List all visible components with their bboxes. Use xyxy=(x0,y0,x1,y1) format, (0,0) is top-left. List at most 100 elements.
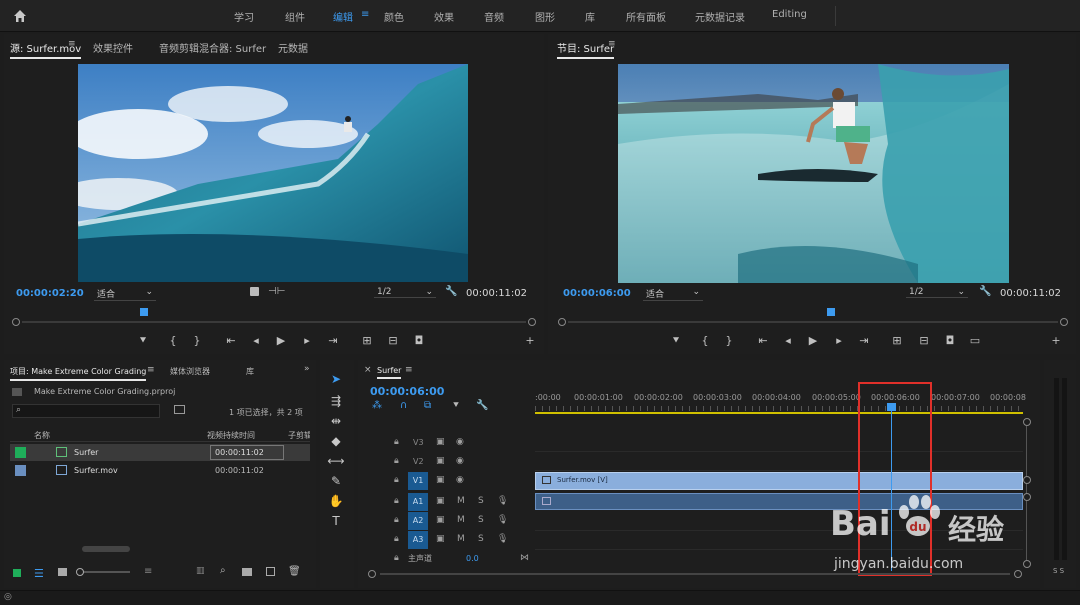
workspace-editing[interactable]: 编辑 xyxy=(333,9,353,24)
label-color-chip[interactable] xyxy=(15,447,26,458)
source-playhead-marker[interactable] xyxy=(140,308,148,316)
workspace-all-panels[interactable]: 所有面板 xyxy=(626,9,666,24)
tab-effect-controls[interactable]: 效果控件 xyxy=(93,40,133,55)
column-name[interactable]: 名称 xyxy=(34,430,50,441)
lock-icon[interactable]: 🔒︎ xyxy=(394,456,399,466)
wrench-icon[interactable]: 🔧 xyxy=(445,286,457,297)
nest-icon[interactable]: ⧉ xyxy=(424,400,431,411)
go-to-out-icon[interactable]: ⇥ xyxy=(326,334,340,347)
list-view-icon[interactable]: ☰ xyxy=(34,567,44,580)
workspace-audio[interactable]: 音频 xyxy=(484,9,504,24)
new-bin-icon[interactable] xyxy=(242,568,252,576)
lock-icon[interactable]: 🔒︎ xyxy=(394,534,399,544)
trash-icon[interactable]: 🗑 xyxy=(288,566,301,577)
tab-libraries[interactable]: 库 xyxy=(246,366,254,377)
lane-v3[interactable] xyxy=(535,434,1023,452)
mark-in-icon[interactable]: { xyxy=(166,334,180,347)
background-task-icon[interactable]: ◎ xyxy=(4,592,12,602)
table-row[interactable]: Surfer.mov 00:00:11:02 xyxy=(10,462,310,479)
track-target-a1[interactable]: A1 xyxy=(408,493,428,511)
eye-icon[interactable]: ◉ xyxy=(456,437,464,447)
solo-icon[interactable]: S xyxy=(478,496,484,506)
table-row[interactable]: Surfer 00:00:11:02 xyxy=(10,444,310,461)
tab-sequence[interactable]: Surfer xyxy=(377,366,402,379)
sync-lock-icon[interactable]: ▣ xyxy=(436,496,445,506)
column-video-duration[interactable]: 视频持续时间 xyxy=(207,430,255,441)
new-item-icon[interactable] xyxy=(266,567,275,576)
pen-tool-icon[interactable]: ✎ xyxy=(326,474,346,492)
solo-icon[interactable]: S xyxy=(478,515,484,525)
step-forward-icon[interactable]: ▸ xyxy=(300,334,314,347)
workspace-editing-custom[interactable]: Editing xyxy=(772,9,807,20)
item-duration[interactable]: 00:00:11:02 xyxy=(210,445,284,460)
tab-audio-clip-mixer[interactable]: 音频剪辑混合器: Surfer xyxy=(159,40,266,55)
program-playhead-marker[interactable] xyxy=(827,308,835,316)
ripple-edit-tool-icon[interactable]: ⇹ xyxy=(326,414,346,432)
slip-tool-icon[interactable]: ⟷ xyxy=(326,454,346,472)
track-header-a1[interactable]: 🔒︎ A1 ▣ M S 🎙︎ xyxy=(362,493,532,511)
tab-metadata[interactable]: 元数据 xyxy=(278,40,308,55)
add-marker-icon[interactable]: ⯆ xyxy=(452,400,460,411)
close-icon[interactable]: × xyxy=(364,365,372,375)
track-header-v2[interactable]: 🔒︎ V2 ▣ ◉ xyxy=(362,453,532,471)
sync-lock-icon[interactable]: ▣ xyxy=(436,534,445,544)
source-resolution-dropdown[interactable]: 1/2 ⌄ xyxy=(374,287,436,298)
workspace-learn[interactable]: 学习 xyxy=(234,9,254,24)
step-back-icon[interactable]: ◂ xyxy=(249,334,263,347)
lock-icon[interactable]: 🔒︎ xyxy=(394,515,399,525)
lock-icon[interactable]: 🔒︎ xyxy=(394,437,399,447)
mark-out-icon[interactable]: } xyxy=(722,334,736,347)
zoom-handle-left[interactable] xyxy=(12,318,20,326)
step-forward-icon[interactable]: ▸ xyxy=(832,334,846,347)
panel-menu-icon[interactable]: ≡ xyxy=(68,39,76,49)
play-icon[interactable]: ▶ xyxy=(806,334,820,347)
wrench-icon[interactable]: 🔧 xyxy=(979,286,991,297)
find-icon[interactable]: ⌕ xyxy=(220,565,226,576)
overwrite-icon[interactable]: ⊟ xyxy=(386,334,400,347)
automate-to-sequence-icon[interactable]: ▥ xyxy=(196,566,205,576)
project-scrollbar[interactable] xyxy=(82,546,130,552)
zoom-track[interactable] xyxy=(22,321,526,323)
go-to-end-icon[interactable]: ⋈ xyxy=(520,553,529,563)
microphone-icon[interactable]: 🎙︎ xyxy=(497,496,508,506)
razor-tool-icon[interactable]: ◆ xyxy=(326,434,346,452)
panel-menu-icon[interactable]: ≡ xyxy=(405,365,413,375)
lock-icon[interactable]: 🔒︎ xyxy=(394,475,399,485)
mute-icon[interactable]: M xyxy=(457,515,465,525)
go-to-out-icon[interactable]: ⇥ xyxy=(857,334,871,347)
icon-view-icon[interactable] xyxy=(58,568,67,576)
lock-icon[interactable]: 🔒︎ xyxy=(394,496,399,506)
comparison-icon[interactable]: ▭ xyxy=(968,334,982,347)
mark-in-icon[interactable]: { xyxy=(698,334,712,347)
hand-tool-icon[interactable]: ✋ xyxy=(326,494,346,512)
add-marker-icon[interactable]: ⯆ xyxy=(136,334,150,348)
add-button-icon[interactable]: + xyxy=(523,334,537,347)
export-frame-icon[interactable]: ◘ xyxy=(943,334,957,347)
program-timecode[interactable]: 00:00:06:00 xyxy=(563,288,631,299)
track-target-a3[interactable]: A3 xyxy=(408,531,428,549)
lock-icon[interactable] xyxy=(13,569,21,577)
expand-icon[interactable]: » xyxy=(304,364,310,374)
mute-icon[interactable]: M xyxy=(457,496,465,506)
track-target-v1[interactable]: V1 xyxy=(408,472,428,490)
extract-icon[interactable]: ⊟ xyxy=(917,334,931,347)
step-back-icon[interactable]: ◂ xyxy=(781,334,795,347)
trim-icon[interactable]: ⊣⊢ xyxy=(268,286,285,297)
source-fit-dropdown[interactable]: 适合 ⌄ xyxy=(94,287,156,301)
tab-program[interactable]: 节目: Surfer xyxy=(557,40,615,59)
lane-v2[interactable] xyxy=(535,453,1023,471)
selection-tool-icon[interactable]: ➤ xyxy=(326,372,346,390)
workspace-metadata-logging[interactable]: 元数据记录 xyxy=(695,9,745,24)
panel-menu-icon[interactable]: ≡ xyxy=(608,39,616,49)
sync-lock-icon[interactable]: ▣ xyxy=(436,475,445,485)
scroll-handle-top[interactable] xyxy=(1023,418,1031,426)
zoom-slider[interactable] xyxy=(76,568,130,576)
play-icon[interactable]: ▶ xyxy=(274,334,288,347)
sync-lock-icon[interactable]: ▣ xyxy=(436,437,445,447)
type-tool-icon[interactable]: T xyxy=(326,514,346,532)
label-color-chip[interactable] xyxy=(15,465,26,476)
linked-selection-icon[interactable]: ∩ xyxy=(400,400,407,411)
sync-lock-icon[interactable]: ▣ xyxy=(436,456,445,466)
program-resolution-dropdown[interactable]: 1/2 ⌄ xyxy=(906,287,968,298)
workspace-libraries[interactable]: 库 xyxy=(585,9,595,24)
